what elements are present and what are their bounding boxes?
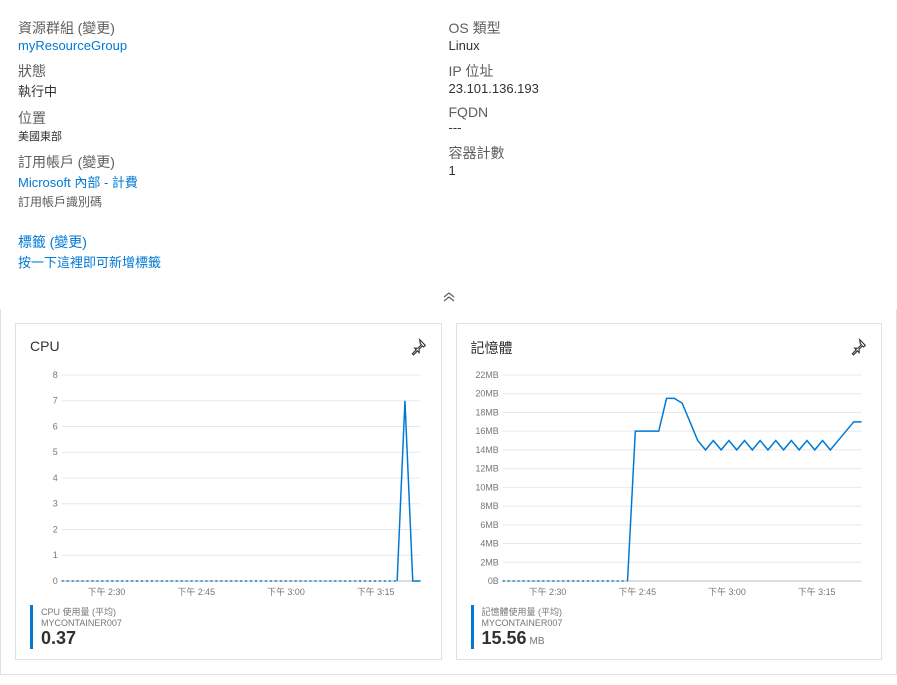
svg-text:下午 3:00: 下午 3:00 [708, 586, 746, 597]
field-status: 狀態 執行中 [18, 61, 449, 100]
svg-text:0B: 0B [487, 576, 498, 586]
resource-group-link[interactable]: myResourceGroup [18, 38, 127, 53]
tags-add-link[interactable]: 按一下這裡即可新增標籤 [18, 255, 161, 270]
field-subscription: 訂用帳戶 (變更) Microsoft 內部 - 計費 訂用帳戶識別碼 [18, 152, 449, 210]
overview-right-column: OS 類型 Linux IP 位址 23.101.136.193 FQDN --… [449, 18, 880, 279]
svg-text:6: 6 [53, 421, 58, 431]
svg-text:2: 2 [53, 524, 58, 534]
container-count-label: 容器計數 [449, 145, 505, 161]
cpu-legend: CPU 使用量 (平均) MYCONTAINER007 0.37 [30, 605, 427, 649]
svg-text:16MB: 16MB [475, 426, 498, 436]
cpu-legend-label: CPU 使用量 (平均) [41, 605, 427, 618]
svg-text:下午 3:00: 下午 3:00 [267, 586, 305, 597]
subscription-label: 訂用帳戶 [18, 154, 74, 170]
field-location: 位置 美國東部 [18, 108, 449, 144]
field-ip: IP 位址 23.101.136.193 [449, 61, 880, 96]
field-tags: 標籤 (變更) 按一下這裡即可新增標籤 [18, 232, 449, 271]
svg-text:8MB: 8MB [480, 501, 498, 511]
location-value: 美國東部 [18, 131, 62, 143]
svg-text:下午 2:45: 下午 2:45 [618, 586, 656, 597]
memory-legend-sub: MYCONTAINER007 [482, 618, 868, 628]
memory-legend: 記憶體使用量 (平均) MYCONTAINER007 15.56MB [471, 605, 868, 649]
svg-text:1: 1 [53, 550, 58, 560]
cpu-chart-body[interactable]: 0 1 2 3 4 5 6 7 8 下午 2:30 下午 2:45 下午 3:00 下午 3:15 [30, 369, 427, 599]
svg-text:下午 2:45: 下午 2:45 [177, 586, 215, 597]
fqdn-label: FQDN [449, 104, 489, 120]
chevron-up-double-icon [442, 292, 456, 302]
charts-panel: CPU 0 1 2 3 4 5 6 7 8 下午 2:30 下午 2:45 下午 3:00 下午 3:1… [0, 309, 897, 675]
memory-chart-title: 記憶體 [471, 338, 513, 358]
location-label: 位置 [18, 110, 46, 126]
field-fqdn: FQDN --- [449, 104, 880, 135]
fqdn-value: --- [449, 120, 462, 135]
tags-label: 標籤 [18, 234, 46, 250]
cpu-legend-value: 0.37 [41, 628, 76, 648]
svg-text:4: 4 [53, 473, 58, 483]
os-type-label: OS 類型 [449, 20, 501, 36]
svg-text:8: 8 [53, 370, 58, 380]
status-label: 狀態 [18, 63, 46, 79]
svg-text:6MB: 6MB [480, 520, 498, 530]
cpu-chart-card: CPU 0 1 2 3 4 5 6 7 8 下午 2:30 下午 2:45 下午 3:00 下午 3:1… [15, 323, 442, 660]
svg-text:18MB: 18MB [475, 407, 498, 417]
svg-text:14MB: 14MB [475, 445, 498, 455]
collapse-toggle[interactable] [0, 287, 897, 309]
svg-text:0: 0 [53, 576, 58, 586]
memory-legend-value: 15.56 [482, 628, 527, 648]
tags-change[interactable]: (變更) [50, 234, 87, 250]
svg-text:下午 2:30: 下午 2:30 [528, 586, 566, 597]
pin-button[interactable] [409, 338, 427, 359]
pin-icon [409, 338, 427, 356]
cpu-chart-header: CPU [30, 338, 427, 359]
subscription-id-label: 訂用帳戶識別碼 [18, 193, 449, 210]
svg-text:4MB: 4MB [480, 539, 498, 549]
field-resource-group: 資源群組 (變更) myResourceGroup [18, 18, 449, 53]
svg-text:20MB: 20MB [475, 389, 498, 399]
svg-text:12MB: 12MB [475, 464, 498, 474]
status-value: 執行中 [18, 84, 57, 99]
memory-legend-unit: MB [530, 636, 545, 647]
ip-value: 23.101.136.193 [449, 81, 539, 96]
svg-text:下午 3:15: 下午 3:15 [357, 586, 395, 597]
resource-group-label: 資源群組 [18, 20, 74, 36]
overview-panel: 資源群組 (變更) myResourceGroup 狀態 執行中 位置 美國東部… [0, 0, 897, 287]
svg-text:10MB: 10MB [475, 482, 498, 492]
container-count-value: 1 [449, 163, 456, 178]
cpu-chart-title: CPU [30, 338, 60, 354]
ip-label: IP 位址 [449, 63, 494, 79]
svg-text:下午 2:30: 下午 2:30 [88, 586, 126, 597]
svg-text:7: 7 [53, 396, 58, 406]
pin-icon [849, 338, 867, 356]
svg-text:下午 3:15: 下午 3:15 [797, 586, 835, 597]
svg-text:2MB: 2MB [480, 557, 498, 567]
overview-left-column: 資源群組 (變更) myResourceGroup 狀態 執行中 位置 美國東部… [18, 18, 449, 279]
resource-group-change[interactable]: (變更) [78, 20, 115, 36]
subscription-link[interactable]: Microsoft 內部 - 計費 [18, 175, 138, 190]
memory-chart-card: 記憶體 0B 2MB 4MB 6MB 8MB 10MB 12MB 14MB 16MB 18MB 20… [456, 323, 883, 660]
field-os-type: OS 類型 Linux [449, 18, 880, 53]
subscription-change[interactable]: (變更) [78, 154, 115, 170]
svg-text:3: 3 [53, 499, 58, 509]
os-type-value: Linux [449, 38, 480, 53]
svg-text:22MB: 22MB [475, 370, 498, 380]
cpu-legend-sub: MYCONTAINER007 [41, 618, 427, 628]
memory-chart-header: 記憶體 [471, 338, 868, 359]
pin-button[interactable] [849, 338, 867, 359]
field-container-count: 容器計數 1 [449, 143, 880, 178]
svg-text:5: 5 [53, 447, 58, 457]
memory-chart-body[interactable]: 0B 2MB 4MB 6MB 8MB 10MB 12MB 14MB 16MB 18MB 20MB 22… [471, 369, 868, 599]
memory-legend-label: 記憶體使用量 (平均) [482, 605, 868, 618]
